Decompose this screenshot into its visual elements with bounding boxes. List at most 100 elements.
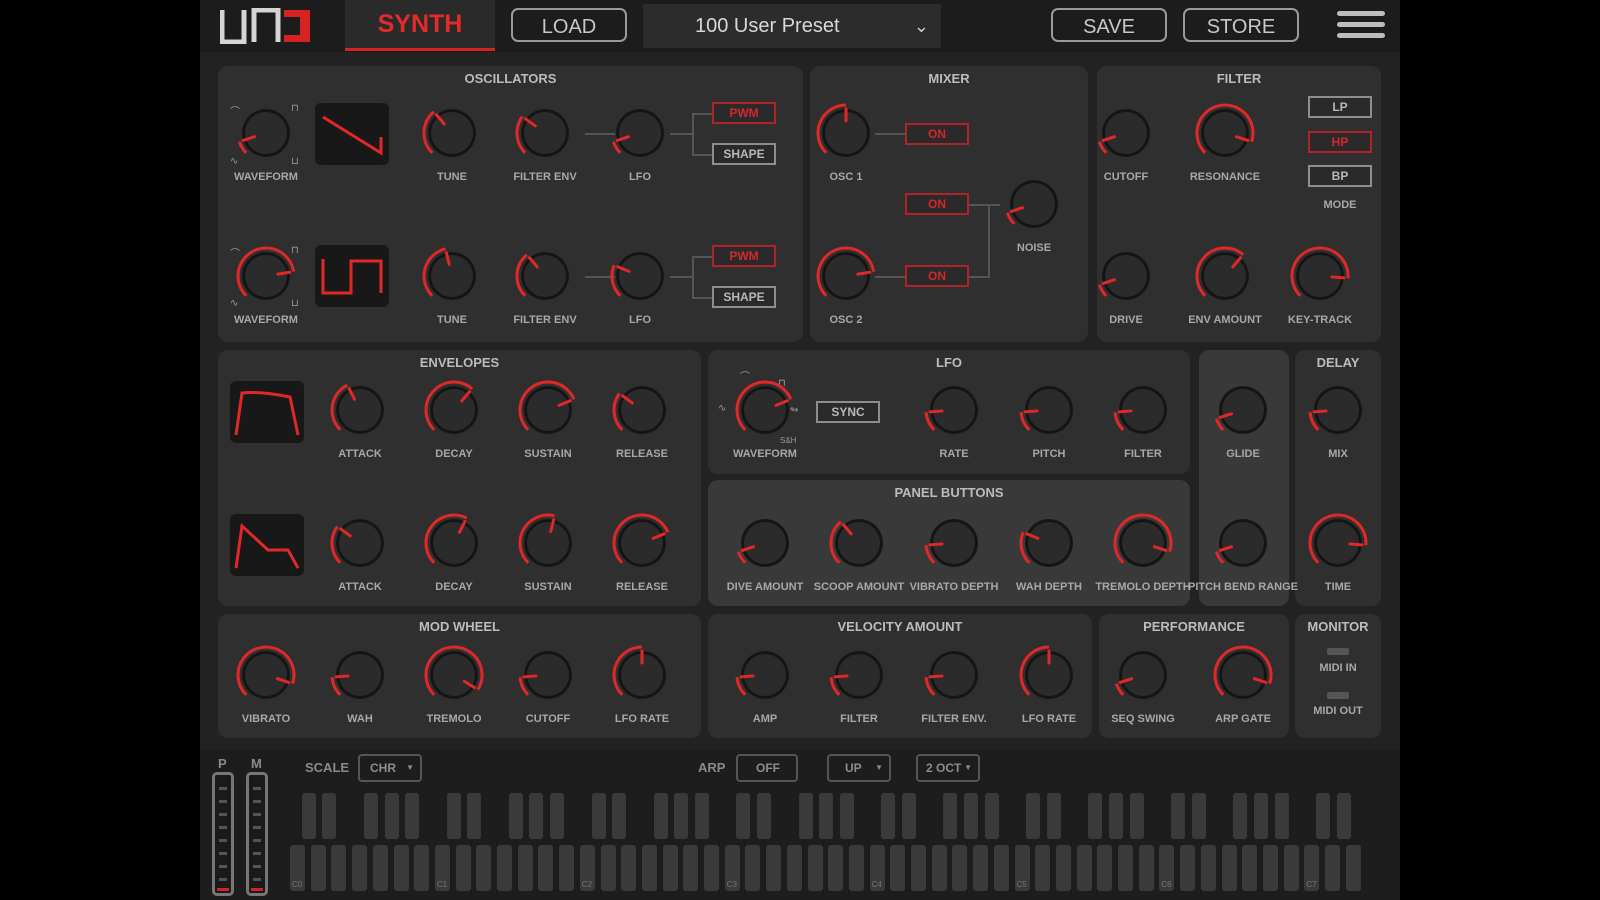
osc2-shape-button[interactable]: SHAPE (712, 286, 776, 308)
filter-drive-knob[interactable] (1093, 243, 1159, 309)
mixer-osc1-knob[interactable] (813, 100, 879, 166)
osc1-pwm-button[interactable]: PWM (712, 102, 776, 124)
osc2-lfo-knob[interactable] (607, 243, 673, 309)
black-key[interactable] (881, 793, 896, 839)
black-key[interactable] (1026, 793, 1041, 839)
scoop-amount-knob[interactable] (826, 510, 892, 576)
black-key[interactable] (446, 793, 461, 839)
dive-amount-knob[interactable] (732, 510, 798, 576)
white-key[interactable] (828, 845, 844, 891)
black-key[interactable] (1088, 793, 1103, 839)
white-key[interactable] (538, 845, 554, 891)
black-key[interactable] (1109, 793, 1123, 839)
filter-env-attack-knob[interactable] (327, 510, 393, 576)
black-key[interactable] (1336, 793, 1351, 839)
black-key[interactable] (1253, 793, 1268, 839)
osc2-waveform-display[interactable] (315, 245, 389, 307)
black-key[interactable] (529, 793, 544, 839)
arp-range-dropdown[interactable]: 2 OCT ▼ (916, 754, 980, 782)
filter-env-release-knob[interactable] (609, 510, 675, 576)
filter-key-track-knob[interactable] (1287, 243, 1353, 309)
lfo-rate-knob[interactable] (921, 377, 987, 443)
store-button[interactable]: STORE (1183, 8, 1299, 42)
white-key[interactable] (993, 845, 1009, 891)
black-key[interactable] (550, 793, 565, 839)
mod-wheel-cutoff-knob[interactable] (515, 642, 581, 708)
glide-knob[interactable] (1210, 377, 1276, 443)
hamburger-menu-icon[interactable] (1337, 11, 1385, 41)
white-key[interactable] (1200, 845, 1216, 891)
black-key[interactable] (322, 793, 337, 839)
osc1-waveform-knob[interactable] (233, 100, 299, 166)
black-key[interactable] (1191, 793, 1206, 839)
white-key[interactable] (641, 845, 657, 891)
mixer-noise-knob[interactable] (1001, 171, 1067, 237)
delay-mix-knob[interactable] (1305, 377, 1371, 443)
white-key[interactable] (1242, 845, 1258, 891)
black-key[interactable] (1046, 793, 1061, 839)
white-key[interactable] (393, 845, 409, 891)
arp-direction-dropdown[interactable]: UP ▼ (827, 754, 891, 782)
white-key[interactable] (662, 845, 678, 891)
white-key[interactable] (890, 845, 906, 891)
white-key[interactable] (1283, 845, 1299, 891)
lfo-pitch-knob[interactable] (1016, 377, 1082, 443)
black-key[interactable] (591, 793, 606, 839)
black-key[interactable] (964, 793, 979, 839)
white-key[interactable] (1076, 845, 1092, 891)
white-key[interactable] (1262, 845, 1278, 891)
tremolo-depth-knob[interactable] (1110, 510, 1176, 576)
white-key[interactable] (559, 845, 575, 891)
black-key[interactable] (1316, 793, 1330, 839)
white-key[interactable] (931, 845, 947, 891)
osc1-waveform-display[interactable] (315, 103, 389, 165)
scale-dropdown[interactable]: CHR ▼ (358, 754, 422, 782)
osc1-filter-env-knob[interactable] (512, 100, 578, 166)
save-button[interactable]: SAVE (1051, 8, 1167, 42)
white-key[interactable] (372, 845, 388, 891)
white-key[interactable] (766, 845, 782, 891)
white-key[interactable] (848, 845, 864, 891)
white-key[interactable] (1035, 845, 1051, 891)
white-key[interactable] (600, 845, 616, 891)
osc2-filter-env-knob[interactable] (512, 243, 578, 309)
lfo-filter-knob[interactable] (1110, 377, 1176, 443)
filter-env-amount-knob[interactable] (1192, 243, 1258, 309)
amp-envelope-display[interactable] (230, 381, 304, 443)
lfo-waveform-knob[interactable] (732, 377, 798, 443)
mod-wheel-vibrato-knob[interactable] (233, 642, 299, 708)
black-key[interactable] (508, 793, 523, 839)
white-key[interactable] (455, 845, 471, 891)
white-key[interactable] (1097, 845, 1113, 891)
black-key[interactable] (363, 793, 378, 839)
white-key[interactable] (911, 845, 926, 891)
black-key[interactable] (653, 793, 668, 839)
osc1-shape-button[interactable]: SHAPE (712, 143, 776, 165)
white-key[interactable] (683, 845, 699, 891)
white-key[interactable] (1180, 845, 1196, 891)
amp-env-decay-knob[interactable] (421, 377, 487, 443)
white-key[interactable] (807, 845, 823, 891)
osc1-tune-knob[interactable] (419, 100, 485, 166)
white-key[interactable] (1345, 845, 1361, 891)
white-key[interactable] (517, 845, 533, 891)
velocity-filter-knob[interactable] (826, 642, 892, 708)
white-key[interactable] (352, 845, 368, 891)
mixer-osc1-on-button[interactable]: ON (905, 123, 969, 145)
black-key[interactable] (405, 793, 420, 839)
velocity-amp-knob[interactable] (732, 642, 798, 708)
delay-time-knob[interactable] (1305, 510, 1371, 576)
vibrato-depth-knob[interactable] (921, 510, 987, 576)
white-key[interactable] (952, 845, 968, 891)
pitch-wheel-meter[interactable] (212, 772, 234, 896)
mod-wheel-tremolo-knob[interactable] (421, 642, 487, 708)
mod-wheel-lfo-rate-knob[interactable] (609, 642, 675, 708)
mixer-noise-on-button[interactable]: ON (905, 193, 969, 215)
filter-lp-button[interactable]: LP (1308, 96, 1372, 118)
black-key[interactable] (757, 793, 772, 839)
white-key[interactable] (973, 845, 989, 891)
pitch-bend-range-knob[interactable] (1210, 510, 1276, 576)
black-key[interactable] (301, 793, 316, 839)
arp-gate-knob[interactable] (1210, 642, 1276, 708)
black-key[interactable] (736, 793, 751, 839)
